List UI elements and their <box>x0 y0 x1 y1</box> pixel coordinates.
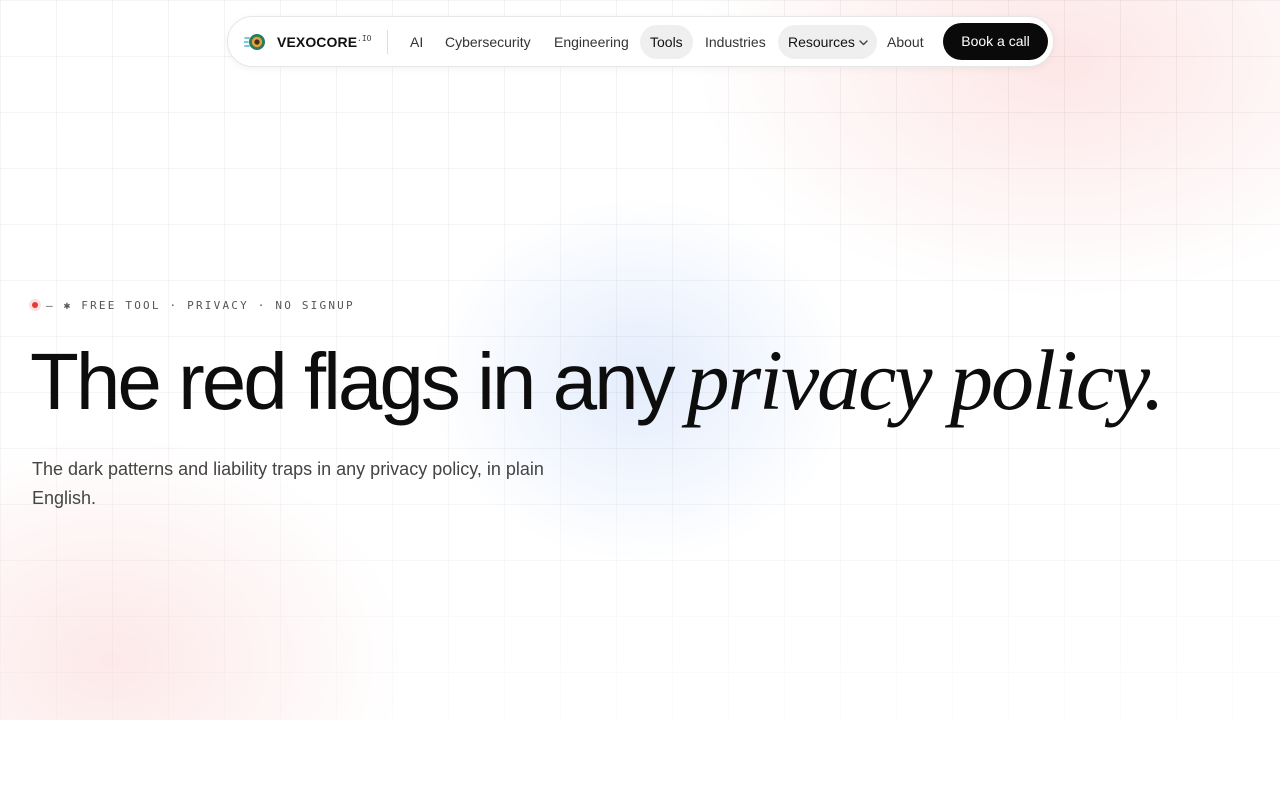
headline-plain: The red flags in any <box>30 337 676 426</box>
status-dot-icon <box>32 302 38 308</box>
nav-item-cybersecurity[interactable]: Cybersecurity <box>435 25 541 59</box>
nav-item-about[interactable]: About <box>877 25 934 59</box>
page-title: The red flags in any privacy policy. <box>30 330 1165 432</box>
top-navigation: VEXOCORE .IO AI Cybersecurity Engineerin… <box>227 16 1054 67</box>
nav-divider <box>387 30 388 54</box>
nav-item-resources[interactable]: Resources <box>778 25 877 59</box>
nav-item-industries[interactable]: Industries <box>695 25 776 59</box>
brand-suffix: .IO <box>357 34 372 43</box>
brand-name[interactable]: VEXOCORE <box>277 34 357 50</box>
hero-section: VEXOCORE .IO AI Cybersecurity Engineerin… <box>0 0 1280 720</box>
hero-subtitle: The dark patterns and liability traps in… <box>32 459 544 508</box>
eyebrow-text: — ✱ FREE TOOL · PRIVACY · NO SIGNUP <box>46 298 355 312</box>
nav-item-ai[interactable]: AI <box>400 25 433 59</box>
eyebrow: — ✱ FREE TOOL · PRIVACY · NO SIGNUP <box>32 298 355 312</box>
nav-item-resources-label: Resources <box>788 34 855 50</box>
nav-item-tools[interactable]: Tools <box>640 25 693 59</box>
chevron-down-icon <box>859 40 868 46</box>
nav-item-engineering[interactable]: Engineering <box>544 25 639 59</box>
headline-italic: privacy policy. <box>686 332 1165 428</box>
book-a-call-button[interactable]: Book a call <box>943 23 1048 60</box>
brand-logo-icon[interactable] <box>244 32 266 52</box>
